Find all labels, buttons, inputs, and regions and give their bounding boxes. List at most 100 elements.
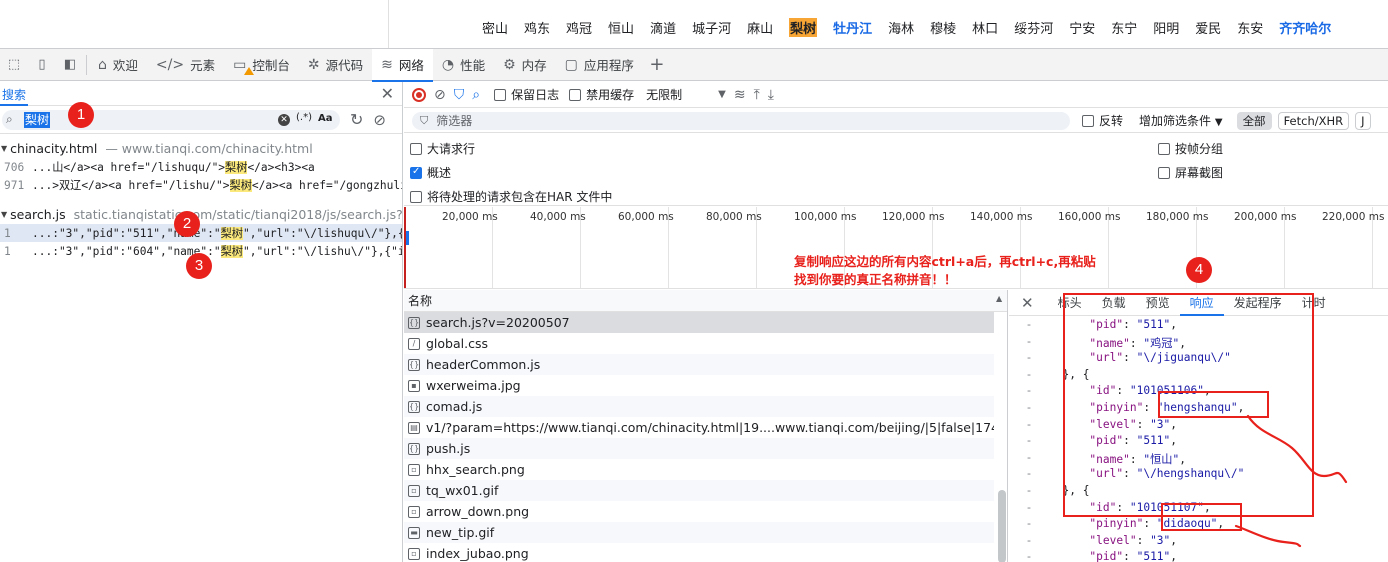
filter-icon[interactable]: ⛉	[454, 87, 465, 103]
screenshots-checkbox[interactable]: 屏幕截图	[1158, 164, 1223, 181]
tab-welcome[interactable]: ⌂ 欢迎	[89, 49, 147, 81]
city-link[interactable]: 绥芬河	[1014, 18, 1053, 37]
clear-icon[interactable]: ✕	[278, 113, 290, 126]
refresh-icon[interactable]: ↻	[350, 110, 363, 129]
download-icon[interactable]: ⤓	[768, 87, 774, 103]
checkbox[interactable]	[1158, 142, 1170, 155]
search-result-line[interactable]: 971 ...>双辽</a><a href="/lishu/">梨树</a><a …	[0, 176, 402, 194]
chevron-down-icon[interactable]: ▼	[1, 144, 7, 153]
search-result-line[interactable]: 706 ...山</a><a href="/lishuqu/">梨树</a><h3…	[0, 158, 402, 176]
city-link[interactable]: 鸡冠	[566, 18, 592, 37]
dock-icon[interactable]: ◧	[56, 49, 84, 81]
city-link[interactable]: 林口	[972, 18, 998, 37]
request-row[interactable]: ▪ wxerweima.jpg	[404, 375, 994, 396]
request-row[interactable]: {} search.js?v=20200507	[404, 312, 994, 333]
timeline-tick-label: 140,000 ms	[970, 211, 1033, 223]
search-result-line[interactable]: 1 ...:"3","pid":"511","name":"梨树","url":"…	[0, 224, 402, 242]
search-icon[interactable]: ⌕	[472, 87, 480, 103]
filter-fetch-xhr[interactable]: Fetch/XHR	[1277, 111, 1350, 130]
request-row[interactable]: {} push.js	[404, 438, 994, 459]
group-by-frame-checkbox[interactable]: 按帧分组	[1158, 140, 1223, 157]
city-link[interactable]: 密山	[482, 18, 508, 37]
line-gutter: -	[1025, 533, 1033, 547]
scrollbar[interactable]	[998, 490, 1006, 562]
checkbox[interactable]	[410, 142, 422, 155]
checkbox[interactable]	[494, 88, 507, 101]
city-link[interactable]: 宁安	[1069, 18, 1095, 37]
file-name: chinacity.html	[10, 140, 98, 156]
request-row[interactable]: ▫ hhx_search.png	[404, 459, 994, 480]
checkbox[interactable]	[410, 190, 422, 203]
tab-performance[interactable]: ◔ 性能	[433, 49, 494, 81]
disable-cache-checkbox[interactable]: 禁用缓存	[569, 86, 634, 103]
tab-label: 欢迎	[112, 58, 138, 73]
close-icon[interactable]: ✕	[381, 84, 394, 103]
search-box[interactable]: ⌕ 梨树 ✕ (.*) Aa	[2, 109, 340, 130]
city-link[interactable]: 爱民	[1195, 18, 1221, 37]
preserve-log-checkbox[interactable]: 保留日志	[494, 86, 559, 103]
checkbox[interactable]	[1082, 114, 1094, 127]
request-row[interactable]: ▤ v1/?param=https://www.tianqi.com/chinac…	[404, 417, 994, 438]
request-row[interactable]: ▬ new_tip.gif	[404, 522, 994, 543]
tab-memory[interactable]: ⚙ 内存	[494, 49, 556, 81]
regex-toggle[interactable]: (.*)	[296, 112, 312, 123]
search-result-file[interactable]: ▼ search.js static.tianqistatic.com/static…	[0, 204, 402, 224]
har-checkbox[interactable]: 将待处理的请求包含在HAR 文件中	[410, 188, 612, 205]
request-row[interactable]: {} comad.js	[404, 396, 994, 417]
request-row[interactable]: ▫ arrow_down.png	[404, 501, 994, 522]
checkbox[interactable]	[569, 88, 582, 101]
checkbox[interactable]	[410, 166, 422, 179]
request-list-header[interactable]: 名称 ▲	[404, 290, 1007, 312]
tab-console[interactable]: ▭ 控制台	[224, 49, 299, 81]
add-tab-icon[interactable]: +	[643, 49, 671, 81]
city-link[interactable]: 穆棱	[930, 18, 956, 37]
filter-more[interactable]: J	[1355, 111, 1371, 130]
overview-checkbox[interactable]: 概述	[410, 164, 451, 181]
request-row[interactable]: ▫ tq_wx01.gif	[404, 480, 994, 501]
city-link[interactable]: 海林	[888, 18, 914, 37]
search-result-file[interactable]: ▼ chinacity.html — www.tianqi.com/chinacit…	[0, 138, 402, 158]
device-toggle-icon[interactable]: ▯	[28, 49, 56, 81]
city-link[interactable]: 东宁	[1111, 18, 1137, 37]
city-link[interactable]: 梨树	[789, 18, 818, 37]
chevron-down-icon[interactable]: ▼	[718, 89, 726, 100]
checkbox[interactable]	[1158, 166, 1170, 179]
invert-checkbox[interactable]: 反转	[1082, 112, 1123, 129]
city-link[interactable]: 鸡东	[524, 18, 550, 37]
inspect-icon[interactable]: ⬚	[0, 49, 28, 81]
more-filters-dropdown[interactable]: 增加筛选条件 ▼	[1139, 112, 1223, 129]
city-link[interactable]: 东安	[1237, 18, 1263, 37]
line-suffix: ","url":"\/lishu\/"},{"id":"101060404...	[242, 245, 402, 258]
search-tab[interactable]: 搜索	[0, 82, 29, 106]
match-highlight: 梨树	[220, 245, 243, 258]
city-link[interactable]: 牡丹江	[833, 18, 872, 37]
chevron-down-icon[interactable]: ▼	[1, 210, 7, 219]
cancel-icon[interactable]: ⊘	[373, 111, 386, 129]
tab-sources[interactable]: ✲ 源代码	[299, 49, 372, 81]
close-icon[interactable]: ✕	[1021, 294, 1034, 312]
clear-icon[interactable]: ⊘	[434, 87, 446, 103]
request-row[interactable]: {} headerCommon.js	[404, 354, 994, 375]
record-button[interactable]	[412, 87, 426, 102]
city-link[interactable]: 恒山	[608, 18, 634, 37]
filter-input[interactable]: ⛉ 筛选器	[412, 111, 1070, 130]
column-name-header[interactable]: 名称	[408, 292, 432, 309]
city-link[interactable]: 阳明	[1153, 18, 1179, 37]
tab-network[interactable]: ≋ 网络	[372, 48, 433, 82]
throttle-select[interactable]: 无限制	[646, 86, 682, 103]
city-link[interactable]: 齐齐哈尔	[1279, 18, 1331, 37]
city-link[interactable]: 麻山	[747, 18, 773, 37]
city-link[interactable]: 滴道	[650, 18, 676, 37]
network-conditions-icon[interactable]: ≋	[734, 87, 746, 103]
tab-elements[interactable]: </> 元素	[147, 49, 224, 81]
filter-all[interactable]: 全部	[1236, 111, 1272, 130]
tab-application[interactable]: ▢ 应用程序	[556, 49, 643, 81]
big-request-rows-checkbox[interactable]: 大请求行	[410, 140, 475, 157]
request-row[interactable]: ▫ index_jubao.png	[404, 543, 994, 562]
tab-label: 内存	[521, 58, 547, 73]
match-case-toggle[interactable]: Aa	[318, 113, 333, 124]
request-row[interactable]: / global.css	[404, 333, 994, 354]
upload-icon[interactable]: ⤒	[754, 87, 760, 103]
city-link[interactable]: 城子河	[692, 18, 731, 37]
sort-icon[interactable]: ▲	[996, 294, 1002, 303]
